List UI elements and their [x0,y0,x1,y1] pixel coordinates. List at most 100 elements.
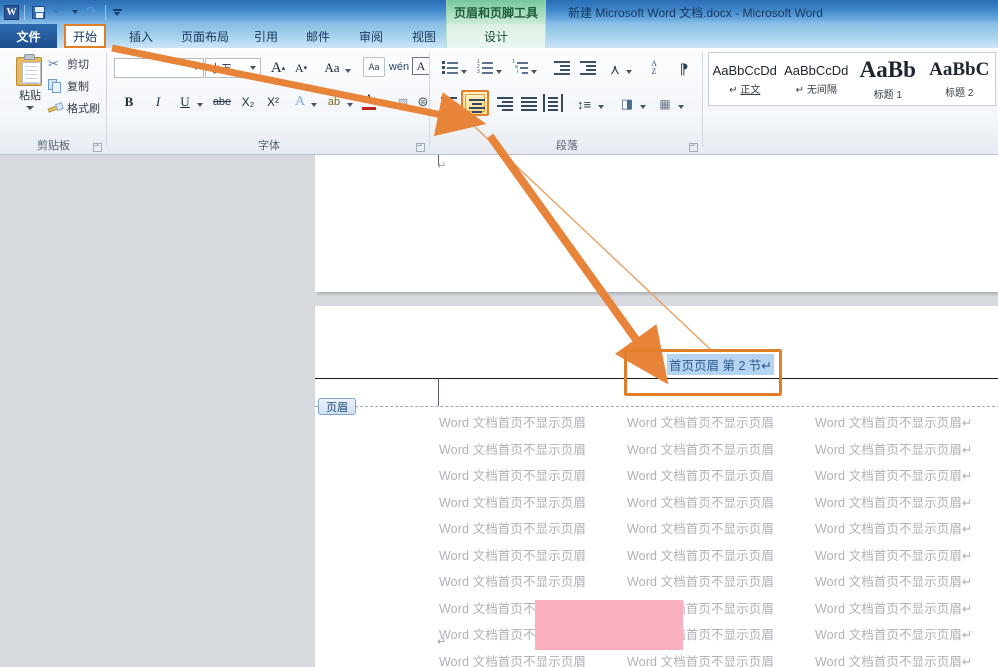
strikethrough-button[interactable]: abe [210,92,234,112]
tab-design[interactable]: 设计 [446,24,546,48]
undo-icon[interactable]: ↶ [50,4,67,21]
distribute-icon[interactable] [543,94,563,112]
document-text-line: Word 文档首页不显示页眉↵ [815,575,973,589]
format-painter-button[interactable]: 格式刷 [47,100,100,116]
font-dialog-launcher[interactable] [416,143,425,152]
group-divider [106,52,107,147]
text-effects-dropdown-icon[interactable] [310,95,318,115]
line-spacing-dropdown-icon[interactable] [597,97,605,117]
superscript-button[interactable]: X² [264,92,282,112]
document-canvas[interactable]: Word 文档首页不显示页眉 Word 文档首页不显示页眉 Word 文档首页不显示… [0,155,998,667]
align-center-icon [467,96,487,114]
document-text-line: Word 文档首页不显示页眉↵ [815,548,973,563]
clipboard-group-label: 剪贴板 [37,140,70,152]
multilevel-list-icon[interactable]: 1 a i [511,59,529,75]
paste-button[interactable]: 粘贴 [8,52,52,126]
font-size-value: 小五 [210,63,232,75]
align-left-icon[interactable] [439,94,459,112]
style-sample-3: AaBb [859,57,916,82]
show-marks-icon[interactable]: ⁋ [675,59,693,79]
shading-icon[interactable]: ◨ [617,94,637,114]
scissors-icon: ✂ [48,56,59,72]
font-name-input[interactable] [114,58,204,78]
tab-file[interactable]: 文件 [0,24,57,48]
subscript-button[interactable]: X₂ [239,92,257,112]
font-color-dropdown-icon[interactable] [380,95,388,115]
redo-icon[interactable]: ↷ [83,4,100,21]
sort-icon[interactable]: AZ [643,58,665,78]
borders-dropdown-icon[interactable] [677,97,685,117]
tab-references[interactable]: 引用 [245,24,287,48]
change-case-dropdown-icon[interactable] [344,61,352,81]
document-text-line: Word 文档首页不显示页眉 [439,442,587,457]
highlight-dropdown-icon[interactable] [346,95,354,115]
increase-indent-icon[interactable] [579,59,597,75]
paste-label: 粘贴 [19,90,41,102]
style-label-4: 标题 2 [945,88,974,99]
style-item-heading-1[interactable]: AaBb 标题 1 [852,53,924,105]
document-text-line: Word 文档首页不显示页眉↵ [815,469,973,483]
phonetic-guide-button[interactable]: wén [388,57,410,77]
paragraph-dialog-launcher[interactable] [689,143,698,152]
customize-qat-icon[interactable] [111,4,123,21]
italic-button[interactable]: I [149,92,167,112]
bullets-dropdown-icon[interactable] [460,62,468,82]
cut-button[interactable]: ✂ 剪切 [48,56,89,72]
cjk-layout-dropdown-icon[interactable] [625,62,633,82]
align-right-icon[interactable] [495,94,515,112]
text-effects-icon[interactable]: A [291,92,309,112]
line-spacing-icon[interactable]: ↕≡ [574,94,594,114]
font-size-input[interactable]: 小五 [205,58,261,78]
style-item-normal[interactable]: AaBbCcDd ↵ 正文 [709,53,781,105]
character-border-button[interactable]: A [412,57,430,75]
tab-page-layout[interactable]: 页面布局 [172,24,238,48]
chevron-down-icon-2[interactable] [250,66,256,70]
shading-dropdown-icon[interactable] [639,97,647,117]
bullets-icon[interactable] [441,59,459,75]
header-selected-text[interactable]: 首页页眉 第 2 节↵ [667,354,774,375]
copy-button[interactable]: 复制 [48,78,89,94]
style-label: 正文 [740,84,761,96]
document-page-1[interactable]: Word 文档首页不显示页眉Word 文档首页不显示页眉Word 文档首页不显示… [315,155,998,292]
grow-font-button[interactable]: A ▴ [268,58,288,78]
shrink-font-button[interactable]: A ▾ [291,58,311,78]
font-color-icon[interactable]: A [360,89,378,111]
style-item-heading-2[interactable]: AaBbC 标题 2 [923,53,995,105]
tab-review[interactable]: 审阅 [350,24,392,48]
paragraph-group-label: 段落 [556,140,578,152]
tab-insert[interactable]: 插入 [120,24,162,48]
multilevel-dropdown-icon[interactable] [530,62,538,82]
decrease-indent-icon[interactable] [553,59,571,75]
cjk-layout-icon[interactable]: ⋏ [605,59,625,79]
underline-button[interactable]: U [176,92,194,112]
clear-formatting-label: Aa [368,62,380,72]
clear-formatting-button[interactable]: Aa [363,57,385,77]
clipboard-dialog-launcher[interactable] [93,143,102,152]
tab-home[interactable]: 开始 [64,24,106,48]
numbering-dropdown-icon[interactable] [495,62,503,82]
borders-icon[interactable]: ▦ [655,94,675,114]
chevron-down-icon[interactable] [193,66,199,70]
justify-icon[interactable] [519,94,539,112]
contextual-tool-title: 页眉和页脚工具 [446,0,546,24]
tab-mailings[interactable]: 邮件 [297,24,339,48]
highlight-icon[interactable]: ab [324,92,344,112]
save-icon[interactable] [30,4,47,21]
word-icon[interactable]: W [4,4,19,20]
paste-dropdown-icon[interactable] [26,106,34,110]
paragraph-mark-2: ↵ [437,636,447,648]
ribbon-group-paragraph: 1 2 3 1 a i ⋏ AZ ⁋ ↕≡ ◨ ▦ 段落 ⌐ [431,48,703,155]
change-case-button[interactable]: Aa [320,58,344,78]
style-item-no-spacing[interactable]: AaBbCcDd ↵ 无间隔 [780,53,852,105]
ribbon-tab-strip: 文件 开始 插入 页面布局 引用 邮件 审阅 视图 设计 [0,24,998,48]
style-sample-2: AaBbCcDd [784,62,849,78]
underline-dropdown-icon[interactable] [196,95,204,115]
shading-text-icon[interactable]: ▨ [394,92,412,112]
style-name: ↵ 正文 [729,81,760,96]
undo-dropdown-icon[interactable] [70,4,80,21]
tab-view[interactable]: 视图 [403,24,445,48]
bold-button[interactable]: B [120,92,138,112]
strikethrough-label: abe [212,96,232,108]
numbering-icon[interactable]: 1 2 3 [476,59,494,75]
align-center-button[interactable] [461,90,489,116]
